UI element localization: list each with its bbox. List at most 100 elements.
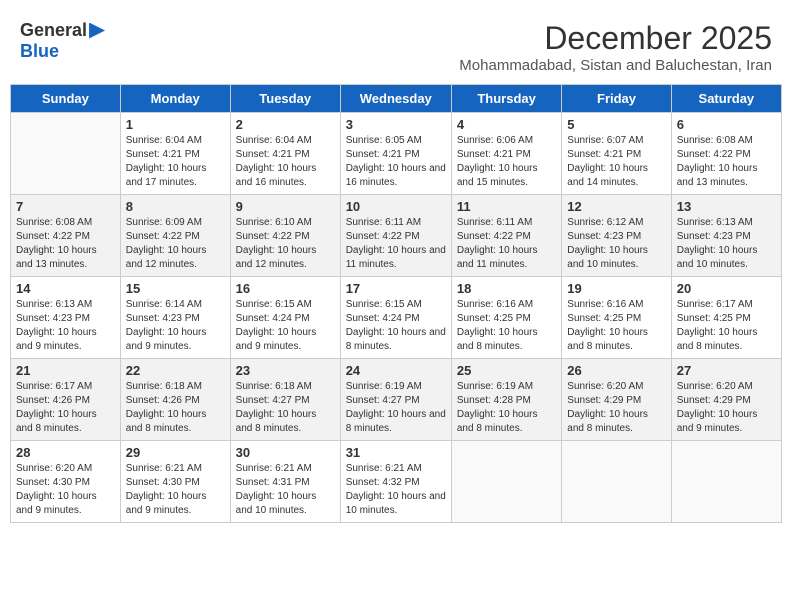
day-number: 26 xyxy=(567,363,665,378)
calendar-cell: 31 Sunrise: 6:21 AM Sunset: 4:32 PM Dayli… xyxy=(340,441,451,523)
day-number: 1 xyxy=(126,117,225,132)
day-info: Sunrise: 6:07 AM Sunset: 4:21 PM Dayligh… xyxy=(567,134,665,190)
calendar-cell: 29 Sunrise: 6:21 AM Sunset: 4:30 PM Dayli… xyxy=(120,441,230,523)
logo: General Blue xyxy=(20,20,105,62)
day-info: Sunrise: 6:18 AM Sunset: 4:27 PM Dayligh… xyxy=(236,380,335,436)
day-number: 15 xyxy=(126,281,225,296)
day-info: Sunrise: 6:04 AM Sunset: 4:21 PM Dayligh… xyxy=(126,134,225,190)
calendar-week-row: 14Sunrise: 6:13 AM Sunset: 4:23 PM Dayli… xyxy=(11,277,782,359)
title-area: December 2025 Mohammadabad, Sistan and B… xyxy=(459,20,772,74)
day-number: 2 xyxy=(236,117,335,132)
calendar-cell: 17 Sunrise: 6:15 AM Sunset: 4:24 PM Dayli… xyxy=(340,277,451,359)
calendar-header-sunday: Sunday xyxy=(11,85,121,113)
calendar-cell: 2 Sunrise: 6:04 AM Sunset: 4:21 PM Daylig… xyxy=(230,113,340,195)
calendar-cell: 26Sunrise: 6:20 AM Sunset: 4:29 PM Dayli… xyxy=(562,359,671,441)
logo-blue: Blue xyxy=(20,41,59,62)
calendar-header-monday: Monday xyxy=(120,85,230,113)
header: General Blue December 2025 Mohammadabad,… xyxy=(10,10,782,78)
day-info: Sunrise: 6:19 AM Sunset: 4:28 PM Dayligh… xyxy=(457,380,556,436)
day-info: Sunrise: 6:18 AM Sunset: 4:26 PM Dayligh… xyxy=(126,380,225,436)
day-info: Sunrise: 6:11 AM Sunset: 4:22 PM Dayligh… xyxy=(346,216,446,272)
day-info: Sunrise: 6:13 AM Sunset: 4:23 PM Dayligh… xyxy=(677,216,776,272)
day-number: 14 xyxy=(16,281,115,296)
calendar-cell: 14Sunrise: 6:13 AM Sunset: 4:23 PM Dayli… xyxy=(11,277,121,359)
calendar-header-wednesday: Wednesday xyxy=(340,85,451,113)
day-number: 13 xyxy=(677,199,776,214)
calendar-header-tuesday: Tuesday xyxy=(230,85,340,113)
day-number: 29 xyxy=(126,445,225,460)
calendar-cell: 6 Sunrise: 6:08 AM Sunset: 4:22 PM Daylig… xyxy=(671,113,781,195)
day-number: 28 xyxy=(16,445,115,460)
day-info: Sunrise: 6:04 AM Sunset: 4:21 PM Dayligh… xyxy=(236,134,335,190)
calendar-week-row: 7Sunrise: 6:08 AM Sunset: 4:22 PM Daylig… xyxy=(11,195,782,277)
day-number: 3 xyxy=(346,117,446,132)
calendar-cell: 20Sunrise: 6:17 AM Sunset: 4:25 PM Dayli… xyxy=(671,277,781,359)
calendar-cell: 23 Sunrise: 6:18 AM Sunset: 4:27 PM Dayli… xyxy=(230,359,340,441)
calendar-cell: 22 Sunrise: 6:18 AM Sunset: 4:26 PM Dayli… xyxy=(120,359,230,441)
day-number: 31 xyxy=(346,445,446,460)
calendar-cell: 19Sunrise: 6:16 AM Sunset: 4:25 PM Dayli… xyxy=(562,277,671,359)
day-number: 27 xyxy=(677,363,776,378)
day-info: Sunrise: 6:05 AM Sunset: 4:21 PM Dayligh… xyxy=(346,134,446,190)
day-info: Sunrise: 6:16 AM Sunset: 4:25 PM Dayligh… xyxy=(457,298,556,354)
day-number: 22 xyxy=(126,363,225,378)
calendar-header-saturday: Saturday xyxy=(671,85,781,113)
day-number: 19 xyxy=(567,281,665,296)
day-number: 30 xyxy=(236,445,335,460)
day-info: Sunrise: 6:09 AM Sunset: 4:22 PM Dayligh… xyxy=(126,216,225,272)
day-number: 6 xyxy=(677,117,776,132)
calendar-week-row: 28 Sunrise: 6:20 AM Sunset: 4:30 PM Dayli… xyxy=(11,441,782,523)
day-number: 5 xyxy=(567,117,665,132)
calendar-cell: 7Sunrise: 6:08 AM Sunset: 4:22 PM Daylig… xyxy=(11,195,121,277)
logo-icon xyxy=(89,23,105,39)
calendar-cell: 27 Sunrise: 6:20 AM Sunset: 4:29 PM Dayli… xyxy=(671,359,781,441)
calendar-cell: 16 Sunrise: 6:15 AM Sunset: 4:24 PM Dayli… xyxy=(230,277,340,359)
day-number: 16 xyxy=(236,281,335,296)
calendar-week-row: 1 Sunrise: 6:04 AM Sunset: 4:21 PM Daylig… xyxy=(11,113,782,195)
calendar-cell: 25 Sunrise: 6:19 AM Sunset: 4:28 PM Dayli… xyxy=(451,359,561,441)
calendar-cell: 3 Sunrise: 6:05 AM Sunset: 4:21 PM Daylig… xyxy=(340,113,451,195)
day-info: Sunrise: 6:08 AM Sunset: 4:22 PM Dayligh… xyxy=(677,134,776,190)
calendar-cell: 10 Sunrise: 6:11 AM Sunset: 4:22 PM Dayli… xyxy=(340,195,451,277)
calendar-week-row: 21Sunrise: 6:17 AM Sunset: 4:26 PM Dayli… xyxy=(11,359,782,441)
day-info: Sunrise: 6:21 AM Sunset: 4:30 PM Dayligh… xyxy=(126,462,225,518)
day-number: 12 xyxy=(567,199,665,214)
day-info: Sunrise: 6:15 AM Sunset: 4:24 PM Dayligh… xyxy=(346,298,446,354)
day-number: 25 xyxy=(457,363,556,378)
calendar-header-thursday: Thursday xyxy=(451,85,561,113)
calendar-cell: 8 Sunrise: 6:09 AM Sunset: 4:22 PM Daylig… xyxy=(120,195,230,277)
calendar-header-row: SundayMondayTuesdayWednesdayThursdayFrid… xyxy=(11,85,782,113)
calendar-cell: 4 Sunrise: 6:06 AM Sunset: 4:21 PM Daylig… xyxy=(451,113,561,195)
calendar: SundayMondayTuesdayWednesdayThursdayFrid… xyxy=(10,84,782,523)
day-info: Sunrise: 6:19 AM Sunset: 4:27 PM Dayligh… xyxy=(346,380,446,436)
day-info: Sunrise: 6:21 AM Sunset: 4:31 PM Dayligh… xyxy=(236,462,335,518)
calendar-cell: 21Sunrise: 6:17 AM Sunset: 4:26 PM Dayli… xyxy=(11,359,121,441)
day-number: 9 xyxy=(236,199,335,214)
calendar-cell: 11Sunrise: 6:11 AM Sunset: 4:22 PM Dayli… xyxy=(451,195,561,277)
day-info: Sunrise: 6:12 AM Sunset: 4:23 PM Dayligh… xyxy=(567,216,665,272)
calendar-cell: 15Sunrise: 6:14 AM Sunset: 4:23 PM Dayli… xyxy=(120,277,230,359)
day-info: Sunrise: 6:20 AM Sunset: 4:30 PM Dayligh… xyxy=(16,462,115,518)
day-number: 21 xyxy=(16,363,115,378)
month-title: December 2025 xyxy=(459,20,772,57)
calendar-header-friday: Friday xyxy=(562,85,671,113)
day-number: 23 xyxy=(236,363,335,378)
day-info: Sunrise: 6:10 AM Sunset: 4:22 PM Dayligh… xyxy=(236,216,335,272)
calendar-cell: 24Sunrise: 6:19 AM Sunset: 4:27 PM Dayli… xyxy=(340,359,451,441)
day-info: Sunrise: 6:20 AM Sunset: 4:29 PM Dayligh… xyxy=(677,380,776,436)
day-info: Sunrise: 6:15 AM Sunset: 4:24 PM Dayligh… xyxy=(236,298,335,354)
day-number: 18 xyxy=(457,281,556,296)
day-number: 17 xyxy=(346,281,446,296)
day-number: 7 xyxy=(16,199,115,214)
calendar-cell xyxy=(451,441,561,523)
day-info: Sunrise: 6:06 AM Sunset: 4:21 PM Dayligh… xyxy=(457,134,556,190)
day-info: Sunrise: 6:11 AM Sunset: 4:22 PM Dayligh… xyxy=(457,216,556,272)
day-number: 4 xyxy=(457,117,556,132)
calendar-cell: 1 Sunrise: 6:04 AM Sunset: 4:21 PM Daylig… xyxy=(120,113,230,195)
calendar-cell: 9 Sunrise: 6:10 AM Sunset: 4:22 PM Daylig… xyxy=(230,195,340,277)
day-number: 8 xyxy=(126,199,225,214)
day-info: Sunrise: 6:21 AM Sunset: 4:32 PM Dayligh… xyxy=(346,462,446,518)
day-info: Sunrise: 6:17 AM Sunset: 4:25 PM Dayligh… xyxy=(677,298,776,354)
day-number: 10 xyxy=(346,199,446,214)
calendar-cell: 12 Sunrise: 6:12 AM Sunset: 4:23 PM Dayli… xyxy=(562,195,671,277)
